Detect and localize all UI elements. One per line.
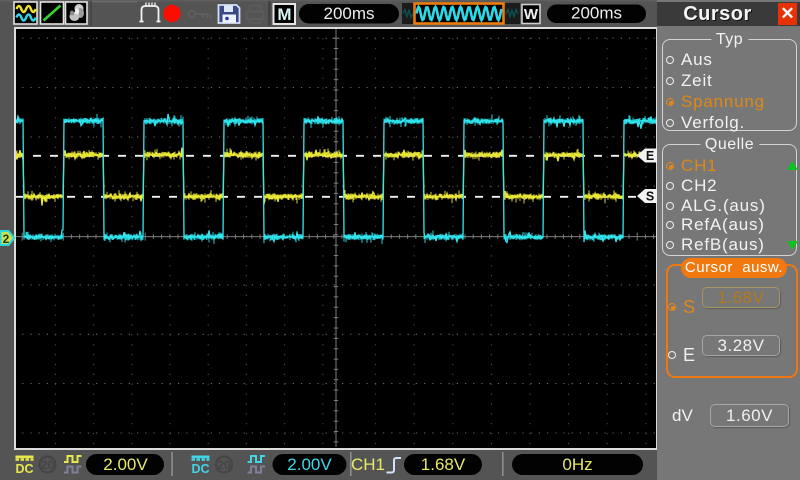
svg-text:E: E [646, 149, 654, 163]
svg-text:20: 20 [217, 458, 231, 472]
svg-text:2: 2 [3, 232, 10, 246]
svg-text:0Hz: 0Hz [562, 455, 592, 474]
svg-text:20: 20 [41, 458, 55, 472]
svg-text:1.68V: 1.68V [421, 455, 466, 474]
svg-text:CH1: CH1 [351, 455, 385, 474]
svg-text:2.00V: 2.00V [287, 455, 332, 474]
svg-text:DC: DC [191, 462, 209, 476]
svg-text:DC: DC [15, 462, 33, 476]
svg-text:2.00V: 2.00V [103, 455, 148, 474]
svg-text:S: S [646, 190, 654, 204]
